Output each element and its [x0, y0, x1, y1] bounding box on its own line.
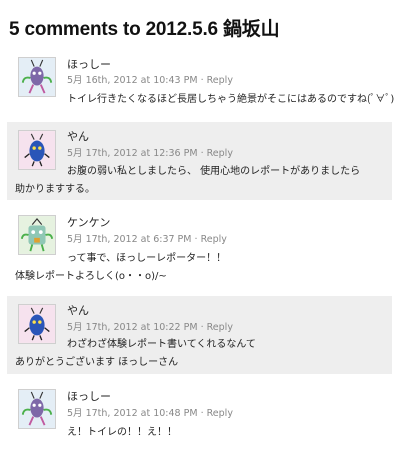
- comment-text-line: お腹の弱い私としましたら、 使用心地のレポートがありましたら: [67, 166, 361, 177]
- comment-body: わざわざ体験レポート書いてくれるなんて ありがとうございます ほっしーさん: [15, 336, 256, 372]
- meta-separator: ·: [200, 148, 204, 159]
- comment-date-link[interactable]: 5月 17th, 2012 at 12:36 PM: [67, 148, 198, 159]
- comment-item: やん 5月 17th, 2012 at 12:36 PM · Reply お腹の…: [7, 122, 392, 200]
- purple-bug-avatar-icon[interactable]: [18, 389, 56, 429]
- comment-author: ほっしー: [67, 390, 111, 403]
- reply-link[interactable]: Reply: [207, 75, 233, 86]
- meta-separator: ·: [200, 322, 204, 333]
- reply-link[interactable]: Reply: [207, 148, 233, 159]
- reply-link[interactable]: Reply: [207, 408, 233, 419]
- comment-body: お腹の弱い私としましたら、 使用心地のレポートがありましたら 助かりますする。: [15, 163, 360, 199]
- meta-separator: ·: [200, 75, 204, 86]
- comment-meta: 5月 16th, 2012 at 10:43 PM · Reply: [67, 72, 233, 86]
- comment-text-line: 体験レポートよろしく(o・・o)/~: [15, 271, 167, 282]
- comment-meta: 5月 17th, 2012 at 12:36 PM · Reply: [67, 145, 233, 159]
- comment-item: ほっしー 5月 16th, 2012 at 10:43 PM · Reply ト…: [7, 50, 394, 120]
- comment-date-link[interactable]: 5月 17th, 2012 at 6:37 PM: [67, 234, 191, 245]
- comment-item: やん 5月 17th, 2012 at 10:22 PM · Reply わざわ…: [7, 296, 392, 374]
- reply-link[interactable]: Reply: [207, 322, 233, 333]
- comment-date-link[interactable]: 5月 17th, 2012 at 10:22 PM: [67, 322, 198, 333]
- meta-separator: ·: [200, 408, 204, 419]
- meta-separator: ·: [194, 234, 198, 245]
- comment-meta: 5月 17th, 2012 at 10:48 PM · Reply: [67, 405, 233, 419]
- purple-bug-avatar-icon[interactable]: [18, 57, 56, 97]
- comment-item: ほっしー 5月 17th, 2012 at 10:48 PM · Reply え…: [7, 382, 392, 452]
- comment-author: やん: [67, 304, 89, 317]
- comment-author: ほっしー: [67, 58, 111, 71]
- comment-text-line: 助かりますする。: [15, 184, 95, 195]
- comment-author: ケンケン: [67, 216, 111, 229]
- comment-text-line: え！トイレの！！え！！: [67, 427, 177, 438]
- comment-meta: 5月 17th, 2012 at 6:37 PM · Reply: [67, 231, 227, 245]
- comment-body: え！トイレの！！え！！: [67, 424, 177, 442]
- comment-date-link[interactable]: 5月 16th, 2012 at 10:43 PM: [67, 75, 198, 86]
- comment-author: やん: [67, 130, 89, 143]
- comment-meta: 5月 17th, 2012 at 10:22 PM · Reply: [67, 319, 233, 333]
- comment-item: ケンケン 5月 17th, 2012 at 6:37 PM · Reply って…: [7, 208, 392, 290]
- comment-body: トイレ行きたくなるほど長居しちゃう絶景がそこにはあるのですね(ﾟ∀ﾟ): [67, 91, 394, 109]
- comment-date-link[interactable]: 5月 17th, 2012 at 10:48 PM: [67, 408, 198, 419]
- green-monster-avatar-icon[interactable]: [18, 215, 56, 255]
- comment-text-line: って事で、ほっしーレポーター！！: [67, 253, 227, 264]
- comment-body: って事で、ほっしーレポーター！！ 体験レポートよろしく(o・・o)/~: [15, 250, 226, 286]
- comments-page: 5 comments to 2012.5.6 鍋坂山 ほっしー 5月 16th,…: [0, 0, 400, 454]
- comment-text-line: わざわざ体験レポート書いてくれるなんて: [67, 339, 256, 350]
- comment-text-line: トイレ行きたくなるほど長居しちゃう絶景がそこにはあるのですね(ﾟ∀ﾟ): [67, 94, 395, 105]
- comment-text-line: ありがとうございます ほっしーさん: [15, 357, 179, 368]
- reply-link[interactable]: Reply: [201, 234, 227, 245]
- comments-heading: 5 comments to 2012.5.6 鍋坂山: [9, 19, 280, 40]
